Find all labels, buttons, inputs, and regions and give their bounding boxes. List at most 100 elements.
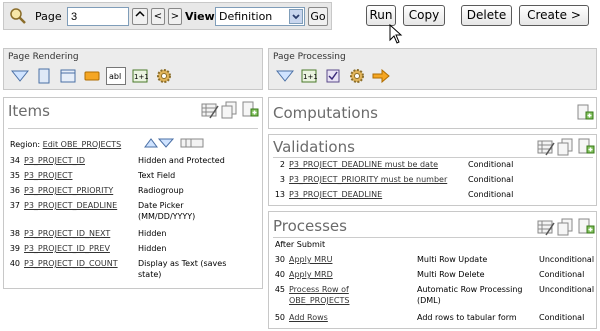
item-name-link[interactable]: P3_PROJECT_PRIORITY: [24, 186, 113, 195]
item-name-link[interactable]: P3_PROJECT_ID_COUNT: [24, 259, 118, 268]
validation-condition: Conditional: [468, 160, 514, 169]
items-panel: Items Region: Edit OBE_PROJECTS 34 P3_PRO…: [3, 97, 263, 289]
item-name-link[interactable]: P3_PROJECT: [24, 171, 72, 180]
computation-icon[interactable]: 1+1: [130, 67, 150, 85]
branch-arrow-icon[interactable]: [371, 67, 391, 85]
process-name-link[interactable]: Apply MRD: [289, 270, 333, 279]
process-sequence: 40: [274, 270, 285, 279]
region-row: Region: Edit OBE_PROJECTS: [10, 140, 121, 149]
item-sequence: 38: [9, 229, 20, 238]
process-row: 30 Apply MRU Multi Row Update Unconditional: [269, 255, 596, 269]
view-label: View: [185, 10, 215, 23]
validation-name-link[interactable]: P3_PROJECT_DEADLINE must be date: [289, 160, 438, 169]
gear-icon[interactable]: [154, 67, 174, 85]
run-button[interactable]: Run: [366, 5, 396, 26]
item-type-continued: (MM/DD/YYYY): [138, 212, 196, 221]
process-sequence: 45: [274, 285, 285, 294]
create-icon[interactable]: [577, 138, 595, 158]
validation-name-link[interactable]: P3_PROJECT_PRIORITY must be number: [289, 175, 447, 184]
create-icon[interactable]: [576, 104, 594, 124]
item-row: 36 P3_PROJECT_PRIORITY Radiogroup: [4, 186, 262, 200]
search-icon: [9, 7, 27, 27]
view-select[interactable]: Definition: [215, 7, 305, 26]
item-type: Display as Text (saves: [138, 259, 227, 268]
delete-button[interactable]: Delete: [461, 5, 512, 26]
grid-edit-icon[interactable]: [537, 218, 555, 238]
view-select-value: Definition: [219, 10, 273, 23]
process-sequence: 30: [274, 255, 285, 264]
process-condition: Conditional: [539, 313, 585, 322]
process-type: Multi Row Update: [417, 255, 488, 264]
grid-edit-icon[interactable]: [537, 138, 555, 158]
item-sequence: 40: [9, 259, 20, 268]
page-up-button[interactable]: [132, 8, 148, 25]
item-name-link[interactable]: P3_PROJECT_ID: [24, 156, 85, 165]
validation-sequence: 13: [274, 190, 285, 199]
item-type: Hidden: [138, 244, 167, 253]
gear-icon[interactable]: [347, 67, 367, 85]
item-type: Radiogroup: [138, 186, 184, 195]
item-icon[interactable]: abl: [106, 67, 126, 85]
region-grid-icon[interactable]: [180, 138, 204, 150]
page-rendering-panel: Page Rendering abl 1+1: [3, 48, 263, 90]
computations-title: Computations: [273, 104, 378, 122]
copy-icon[interactable]: [557, 138, 575, 158]
item-name-link[interactable]: P3_PROJECT_DEADLINE: [24, 201, 117, 210]
sort-triangles-icon[interactable]: [144, 138, 175, 150]
chevron-up-icon: [135, 10, 145, 17]
process-name-link[interactable]: Apply MRU: [289, 255, 332, 264]
items-title: Items: [8, 102, 50, 120]
process-type: Add rows to tabular form: [417, 313, 517, 322]
processes-point-label: After Submit: [275, 240, 326, 249]
triangle-icon[interactable]: [275, 67, 295, 85]
edit-region-link[interactable]: Edit OBE_PROJECTS: [43, 140, 122, 149]
copy-icon[interactable]: [221, 101, 239, 121]
process-name-link[interactable]: Add Rows: [289, 313, 328, 322]
region-label: Region:: [10, 140, 41, 149]
page-rendering-title: Page Rendering: [8, 52, 79, 62]
triangle-icon[interactable]: [10, 67, 30, 85]
region-icon[interactable]: [58, 67, 78, 85]
validation-row: 13 P3_PROJECT_DEADLINE Conditional: [269, 190, 596, 202]
svg-text:abl: abl: [109, 72, 121, 81]
validation-name-link[interactable]: P3_PROJECT_DEADLINE: [289, 190, 382, 199]
process-name-link-continued[interactable]: OBE_PROJECTS: [289, 296, 349, 305]
copy-button[interactable]: Copy: [403, 5, 445, 26]
page-processing-title: Page Processing: [273, 52, 346, 62]
process-condition: Unconditional: [539, 285, 595, 294]
page-number-input[interactable]: [67, 7, 129, 26]
process-type-continued: (DML): [417, 296, 441, 305]
processes-panel: Processes After Submit 30 Apply MRU Multi …: [268, 211, 597, 329]
item-row: 35 P3_PROJECT Text Field: [4, 171, 262, 185]
item-type: Hidden: [138, 229, 167, 238]
page-icon[interactable]: [34, 67, 54, 85]
item-row: 38 P3_PROJECT_ID_NEXT Hidden: [4, 229, 262, 243]
create-icon[interactable]: [241, 101, 259, 121]
next-page-button[interactable]: >: [168, 8, 182, 25]
button-icon[interactable]: [82, 67, 102, 85]
previous-page-button[interactable]: <: [151, 8, 165, 25]
validation-sequence: 3: [279, 175, 285, 184]
process-name-link[interactable]: Process Row of: [289, 285, 349, 294]
go-button[interactable]: Go: [308, 7, 328, 26]
validation-icon[interactable]: [323, 67, 343, 85]
validation-sequence: 2: [279, 160, 285, 169]
item-row: 40 P3_PROJECT_ID_COUNT Display as Text (sa…: [4, 259, 262, 279]
process-type: Multi Row Delete: [417, 270, 485, 279]
grid-edit-icon[interactable]: [201, 101, 219, 121]
validation-row: 2 P3_PROJECT_DEADLINE must be date Conditi…: [269, 160, 596, 172]
copy-icon[interactable]: [557, 218, 575, 238]
item-name-link[interactable]: P3_PROJECT_ID_PREV: [24, 244, 110, 253]
process-condition: Unconditional: [539, 255, 595, 264]
create-icon[interactable]: [577, 218, 595, 238]
computation-icon[interactable]: 1+1: [299, 67, 319, 85]
item-sequence: 36: [9, 186, 20, 195]
item-row: 34 P3_PROJECT_ID Hidden and Protected: [4, 156, 262, 170]
item-sequence: 35: [9, 171, 20, 180]
page-processing-panel: Page Processing 1+1: [268, 48, 597, 90]
validations-title: Validations: [273, 138, 355, 156]
create-button[interactable]: Create >: [519, 5, 589, 26]
process-row: 40 Apply MRD Multi Row Delete Conditional: [269, 270, 596, 284]
item-name-link[interactable]: P3_PROJECT_ID_NEXT: [24, 229, 110, 238]
process-sequence: 50: [274, 313, 285, 322]
